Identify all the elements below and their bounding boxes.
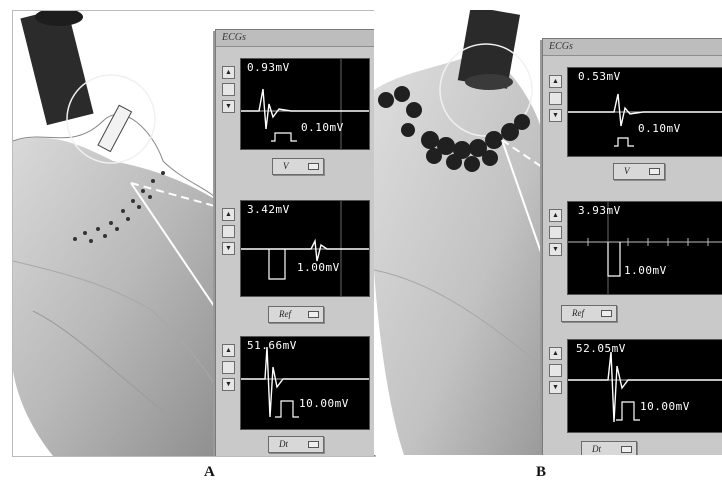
- chevron-down-icon: [308, 311, 319, 318]
- reset-button[interactable]: [222, 83, 235, 96]
- selector-value: V: [624, 166, 630, 176]
- scale-down-icon[interactable]: ▼: [222, 100, 235, 113]
- trace-block-2: ▲ ▼ 3.42mV 1.00mV Ref: [222, 200, 372, 323]
- trace-peak-label: 51.66mV: [247, 339, 297, 352]
- scale-up-icon[interactable]: ▲: [549, 75, 562, 88]
- ecg-screen: 3.42mV 1.00mV: [240, 200, 370, 297]
- panel-b: ECGs ▲ ▼ 0.53mV 0.10mV V ▲ ▼ 3.93mV 1.00…: [374, 10, 722, 455]
- trace-block-2: ▲ ▼ 3.93mV 1.00mV Ref: [549, 201, 722, 322]
- trace-selector[interactable]: V: [272, 158, 324, 175]
- scale-down-icon[interactable]: ▼: [222, 378, 235, 391]
- trace-block-3: ▲ ▼ 51.66mV 10.00mV Dt: [222, 336, 372, 453]
- trace-peak-label: 0.93mV: [247, 61, 290, 74]
- ecg-screen: 51.66mV 10.00mV: [240, 336, 370, 430]
- trace-selector[interactable]: Ref: [561, 305, 617, 322]
- trace-scale-label: 1.00mV: [624, 264, 667, 277]
- ecg-screen: 3.93mV 1.00mV: [567, 201, 722, 295]
- trace-controls: ▲ ▼: [222, 344, 236, 395]
- trace-peak-label: 52.05mV: [576, 342, 626, 355]
- trace-controls: ▲ ▼: [222, 66, 236, 117]
- trace-controls: ▲ ▼: [549, 347, 563, 398]
- trace-scale-label: 0.10mV: [638, 122, 681, 135]
- trace-selector[interactable]: Dt: [268, 436, 324, 453]
- ecg-screen: 0.93mV 0.10mV: [240, 58, 370, 150]
- scale-down-icon[interactable]: ▼: [222, 242, 235, 255]
- scale-up-icon[interactable]: ▲: [549, 209, 562, 222]
- trace-controls: ▲ ▼: [222, 208, 236, 259]
- ecg-screen: 0.53mV 0.10mV: [567, 67, 722, 157]
- trace-block-3: ▲ ▼ 52.05mV 10.00mV Dt: [549, 339, 722, 455]
- ecg-window-b: ECGs ▲ ▼ 0.53mV 0.10mV V ▲ ▼ 3.93mV 1.00…: [542, 38, 722, 455]
- scale-up-icon[interactable]: ▲: [222, 208, 235, 221]
- trace-selector[interactable]: V: [613, 163, 665, 180]
- chevron-down-icon: [601, 310, 612, 317]
- scale-up-icon[interactable]: ▲: [222, 344, 235, 357]
- trace-peak-label: 0.53mV: [578, 70, 621, 83]
- caption-b: B: [536, 464, 547, 480]
- chevron-down-icon: [308, 163, 319, 170]
- reset-button[interactable]: [549, 364, 562, 377]
- chevron-down-icon: [621, 446, 632, 453]
- trace-block-1: ▲ ▼ 0.93mV 0.10mV V: [222, 58, 372, 175]
- panel-a: ECGs ▲ ▼ 0.93mV 0.10mV V ▲ ▼ 3.42mV 1.00…: [12, 10, 376, 457]
- selector-value: V: [283, 161, 289, 171]
- reset-button[interactable]: [549, 226, 562, 239]
- catheter-icon: [20, 11, 133, 153]
- scale-down-icon[interactable]: ▼: [549, 381, 562, 394]
- ecg-window-a: ECGs ▲ ▼ 0.93mV 0.10mV V ▲ ▼ 3.42mV 1.00…: [215, 29, 375, 456]
- chevron-down-icon: [649, 168, 660, 175]
- trace-scale-label: 0.10mV: [301, 121, 344, 134]
- trace-controls: ▲ ▼: [549, 75, 563, 126]
- trace-scale-label: 10.00mV: [299, 397, 349, 410]
- scale-up-icon[interactable]: ▲: [222, 66, 235, 79]
- chevron-down-icon: [308, 441, 319, 448]
- trace-selector[interactable]: Dt: [581, 441, 637, 455]
- trace-block-1: ▲ ▼ 0.53mV 0.10mV V: [549, 67, 722, 180]
- ecg-screen: 52.05mV 10.00mV: [567, 339, 722, 433]
- trace-scale-label: 10.00mV: [640, 400, 690, 413]
- reset-button[interactable]: [222, 225, 235, 238]
- scale-up-icon[interactable]: ▲: [549, 347, 562, 360]
- trace-selector[interactable]: Ref: [268, 306, 324, 323]
- window-title: ECGs: [543, 39, 722, 56]
- scale-down-icon[interactable]: ▼: [549, 109, 562, 122]
- trace-peak-label: 3.93mV: [578, 204, 621, 217]
- reset-button[interactable]: [549, 92, 562, 105]
- selector-value: Ref: [279, 309, 291, 319]
- selector-value: Dt: [279, 439, 288, 449]
- caption-a: A: [204, 464, 215, 480]
- scale-down-icon[interactable]: ▼: [549, 243, 562, 256]
- window-title: ECGs: [216, 30, 374, 47]
- selector-value: Ref: [572, 308, 584, 318]
- selector-value: Dt: [592, 444, 601, 454]
- trace-controls: ▲ ▼: [549, 209, 563, 260]
- trace-scale-label: 1.00mV: [297, 261, 340, 274]
- reset-button[interactable]: [222, 361, 235, 374]
- trace-peak-label: 3.42mV: [247, 203, 290, 216]
